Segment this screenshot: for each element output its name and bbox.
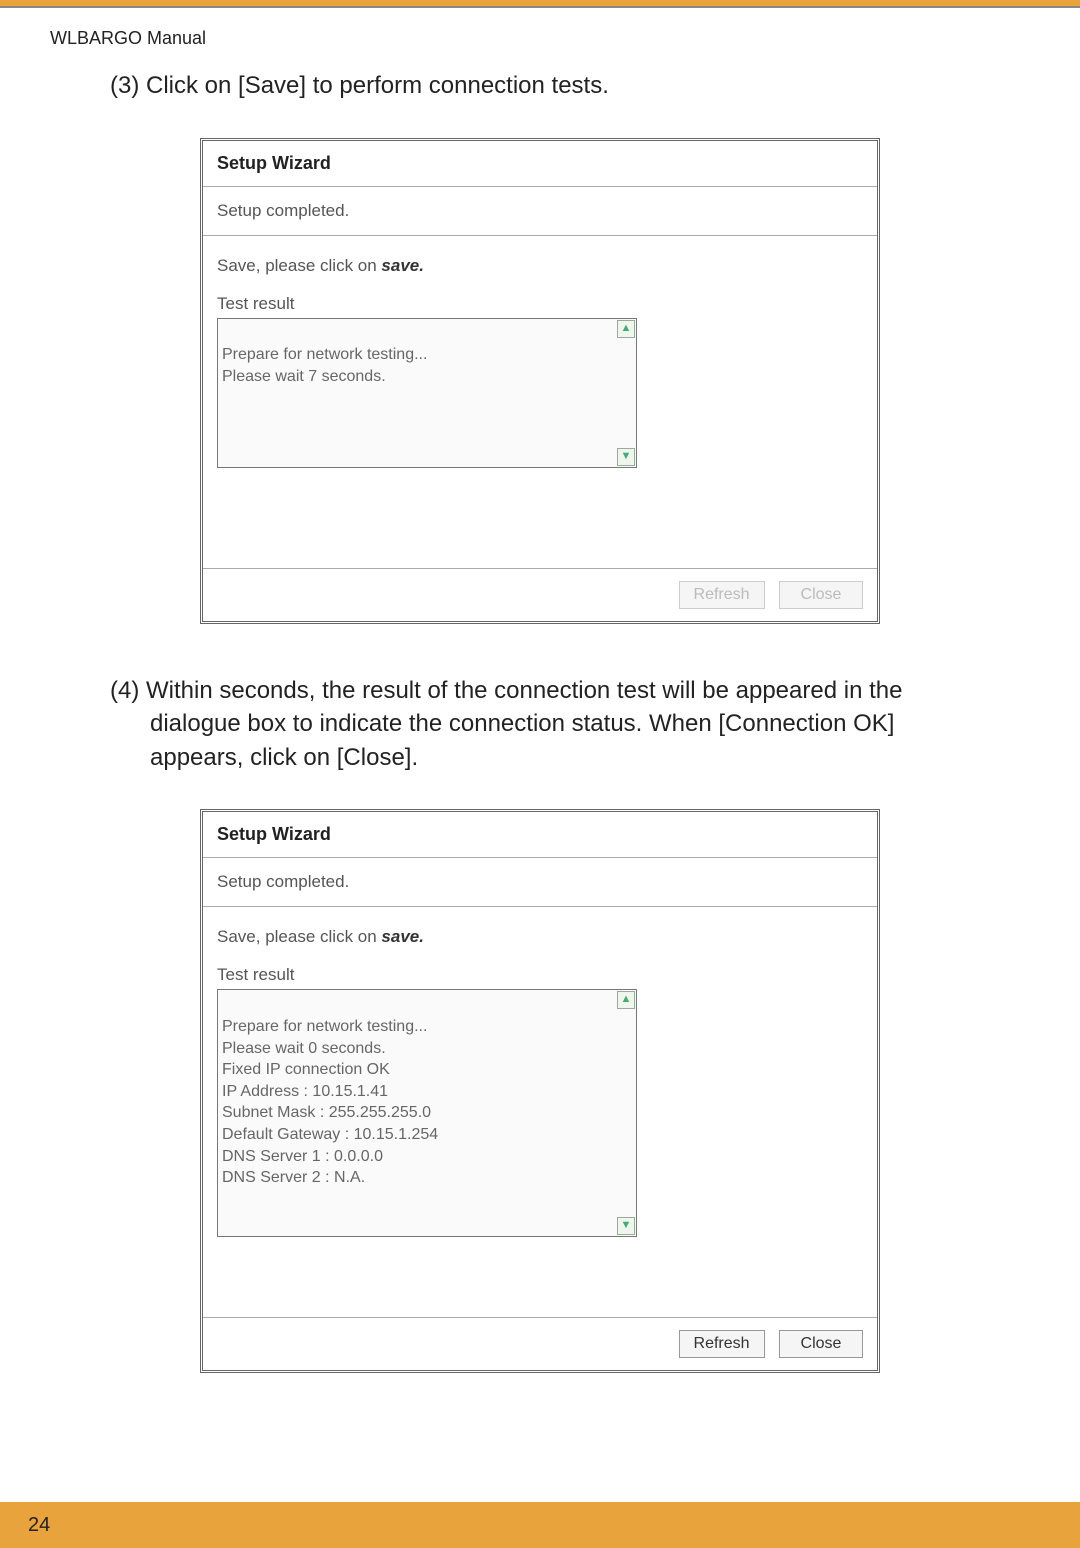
wizard1-result-box: Prepare for network testing... Please wa…: [217, 318, 637, 468]
wizard2-test-label: Test result: [217, 965, 863, 985]
wizard2-status: Setup completed.: [203, 858, 877, 907]
wizard1-save-line: Save, please click on save.: [217, 256, 863, 276]
spacer: [217, 468, 863, 558]
wizard1-result-text: Prepare for network testing... Please wa…: [222, 346, 427, 385]
wizard1-footer: Refresh Close: [203, 568, 877, 621]
page-footer-bar: 24: [0, 1502, 1080, 1548]
wizard1-status: Setup completed.: [203, 187, 877, 236]
wizard1-test-label: Test result: [217, 294, 863, 314]
refresh-button[interactable]: Refresh: [679, 581, 765, 609]
scroll-down-icon[interactable]: ▼: [617, 1217, 635, 1235]
scroll-up-icon[interactable]: ▲: [617, 991, 635, 1009]
manual-title: WLBARGO Manual: [0, 8, 1080, 59]
close-button[interactable]: Close: [779, 581, 863, 609]
wizard2-save-line: Save, please click on save.: [217, 927, 863, 947]
page-number: 24: [28, 1514, 50, 1537]
setup-wizard-dialog-1: Setup Wizard Setup completed. Save, plea…: [200, 138, 880, 624]
wizard2-result-text: Prepare for network testing... Please wa…: [222, 1018, 438, 1186]
step-4-text: (4) Within seconds, the result of the co…: [0, 664, 1080, 795]
top-accent-bar: [0, 0, 1080, 8]
wizard2-save-prefix: Save, please click on: [217, 927, 381, 946]
refresh-button[interactable]: Refresh: [679, 1330, 765, 1358]
wizard1-save-prefix: Save, please click on: [217, 256, 381, 275]
setup-wizard-dialog-2: Setup Wizard Setup completed. Save, plea…: [200, 809, 880, 1373]
step-3-text: (3) Click on [Save] to perform connectio…: [0, 59, 1080, 123]
scroll-up-icon[interactable]: ▲: [617, 320, 635, 338]
scroll-down-icon[interactable]: ▼: [617, 448, 635, 466]
wizard1-title: Setup Wizard: [203, 141, 877, 187]
close-button[interactable]: Close: [779, 1330, 863, 1358]
wizard1-body: Save, please click on save. Test result …: [203, 236, 877, 568]
wizard2-title: Setup Wizard: [203, 812, 877, 858]
wizard2-body: Save, please click on save. Test result …: [203, 907, 877, 1317]
spacer: [217, 1237, 863, 1307]
wizard2-footer: Refresh Close: [203, 1317, 877, 1370]
wizard1-save-bold: save.: [381, 256, 424, 275]
wizard2-result-box: Prepare for network testing... Please wa…: [217, 989, 637, 1237]
wizard2-save-bold: save.: [381, 927, 424, 946]
